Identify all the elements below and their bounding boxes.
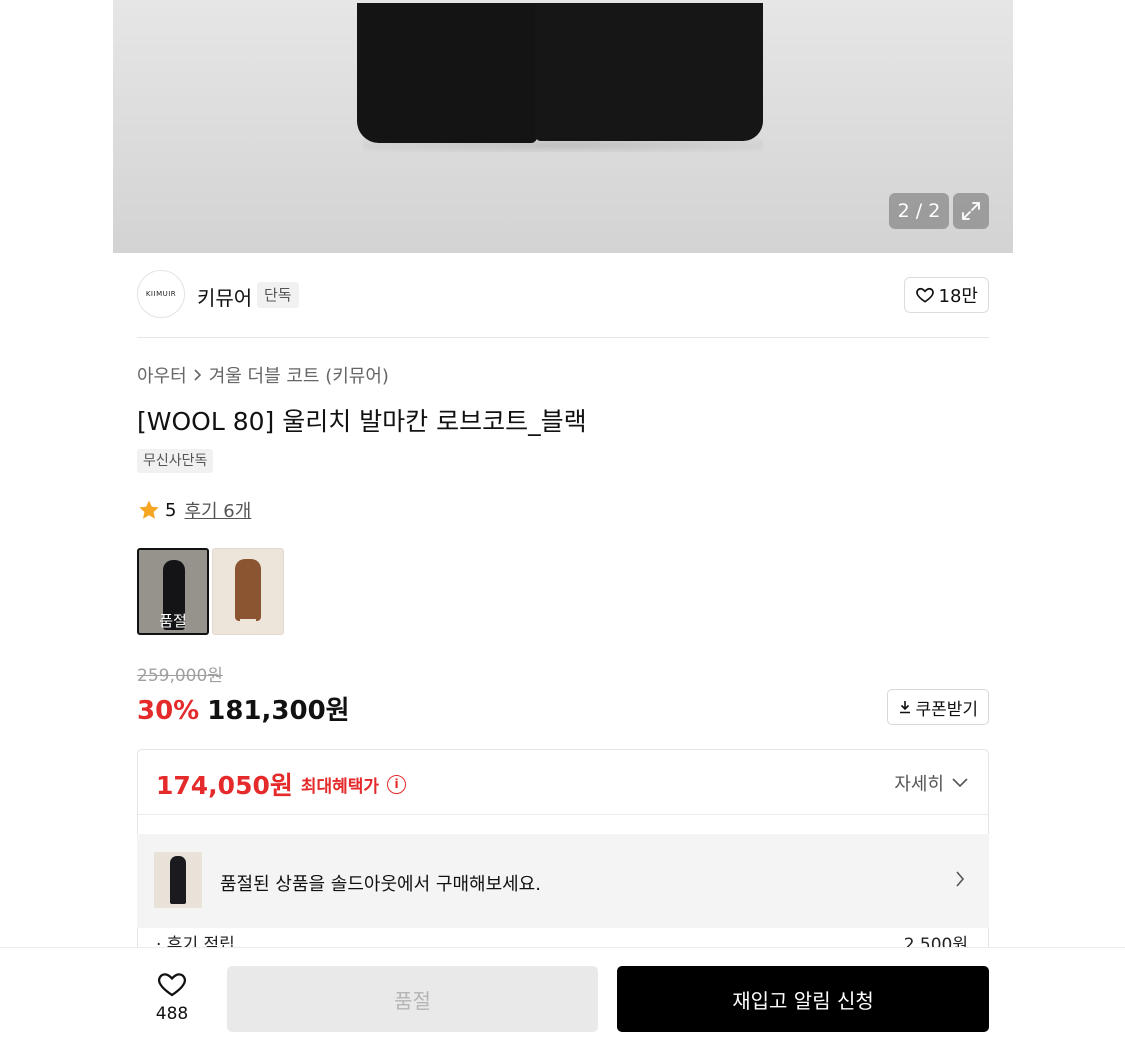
heart-icon	[158, 973, 186, 997]
rating-score: 5	[165, 499, 177, 521]
chevron-right-icon	[956, 871, 965, 887]
detail-toggle-label: 자세히	[894, 774, 944, 795]
max-benefit-header: 174,050원 최대혜택가 i	[156, 766, 407, 802]
product-detail-column: 2 / 2 KIIMUIR 키뮤어 단독 18만 아우터 겨울 더블 코트 (키…	[113, 0, 1013, 1060]
wishlist-button[interactable]: 488	[146, 968, 198, 1024]
detail-toggle[interactable]: 자세히	[894, 770, 968, 796]
coupon-label: 쿠폰받기	[915, 699, 978, 720]
brand-row: KIIMUIR 키뮤어 단독 18만	[137, 270, 989, 320]
download-icon	[900, 701, 911, 714]
info-icon[interactable]: i	[387, 774, 407, 794]
sale-price: 181,300원	[207, 696, 350, 726]
coupon-button[interactable]: 쿠폰받기	[887, 689, 989, 725]
max-benefit-price: 174,050원	[156, 771, 293, 800]
coat-image-left	[357, 3, 537, 143]
coat-shadow	[363, 138, 763, 152]
price-row: 30% 181,300원	[137, 690, 350, 727]
breadcrumb-category[interactable]: 아우터	[137, 362, 187, 388]
exclusive-tag: 무신사단독	[137, 449, 214, 473]
expand-icon	[962, 202, 980, 220]
brand-logo[interactable]: KIIMUIR	[137, 270, 185, 318]
color-option-black[interactable]: 품절	[137, 548, 209, 635]
model-legs	[240, 619, 256, 631]
discount-rate: 30%	[137, 696, 200, 726]
chevron-down-icon	[952, 778, 968, 788]
expand-button[interactable]	[953, 193, 989, 229]
brand-like-button[interactable]: 18만	[903, 277, 989, 313]
wishlist-count: 488	[155, 1004, 189, 1024]
image-counter: 2 / 2	[889, 193, 949, 229]
product-image-gallery[interactable]: 2 / 2	[113, 0, 1013, 253]
soldout-label: 품절	[159, 612, 187, 630]
brand-like-count: 18만	[938, 286, 978, 307]
divider	[137, 337, 989, 338]
breadcrumb: 아우터 겨울 더블 코트 (키뮤어)	[137, 362, 389, 388]
soldout-resale-banner[interactable]: 품절된 상품을 솔드아웃에서 구매해보세요.	[137, 834, 989, 928]
soldout-button: 품절	[227, 966, 598, 1032]
review-count-link[interactable]: 후기 6개	[184, 497, 251, 523]
model-figure	[235, 559, 261, 621]
divider	[138, 814, 988, 815]
rating-row: 5 후기 6개	[137, 497, 251, 523]
product-title: [WOOL 80] 울리치 발마칸 로브코트_블랙	[137, 407, 587, 436]
star-icon	[139, 500, 159, 519]
banner-thumbnail	[154, 852, 202, 908]
brand-name[interactable]: 키뮤어	[197, 282, 252, 311]
brand-exclusive-badge: 단독	[257, 282, 299, 308]
original-price: 259,000원	[137, 666, 223, 686]
coat-image-right	[535, 3, 763, 141]
color-options: 품절	[137, 548, 284, 635]
heart-icon	[915, 287, 934, 303]
max-benefit-label: 최대혜택가	[300, 776, 380, 797]
restock-alert-button[interactable]: 재입고 알림 신청	[617, 966, 989, 1032]
banner-text: 품절된 상품을 솔드아웃에서 구매해보세요.	[220, 874, 541, 895]
color-option-brown[interactable]	[212, 548, 284, 635]
breadcrumb-subcategory[interactable]: 겨울 더블 코트 (키뮤어)	[209, 362, 389, 388]
model-figure	[170, 856, 186, 904]
chevron-right-icon	[194, 369, 201, 381]
